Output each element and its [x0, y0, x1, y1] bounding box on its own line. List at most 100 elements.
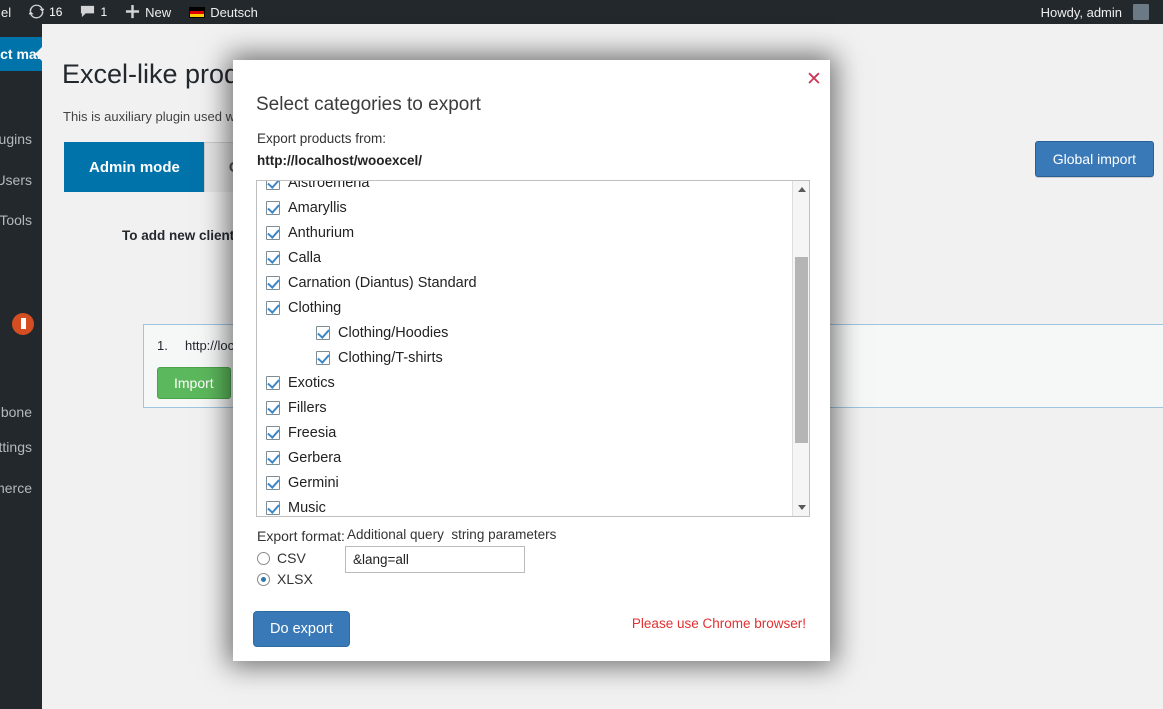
- admin-bar-language[interactable]: Deutsch: [180, 0, 267, 24]
- format-option-label: CSV: [277, 550, 306, 566]
- sidebar-item-label: Settings: [0, 439, 32, 455]
- category-label: Calla: [288, 250, 321, 266]
- category-label: Freesia: [288, 425, 336, 441]
- category-row[interactable]: Music: [257, 495, 791, 517]
- dialog-title: Select categories to export: [256, 94, 481, 116]
- updates-icon: [29, 4, 44, 21]
- category-checkbox-icon[interactable]: [266, 426, 280, 440]
- howdy-label: Howdy, admin: [1041, 5, 1122, 20]
- category-label: Anthurium: [288, 225, 354, 241]
- admin-bar-new-content[interactable]: New: [116, 0, 180, 24]
- export-categories-dialog: ✕ Select categories to export Export pro…: [233, 60, 830, 661]
- admin-bar-right-group: Howdy, admin: [1032, 0, 1163, 24]
- category-row[interactable]: Clothing/Hoodies: [257, 320, 791, 345]
- category-row[interactable]: Carnation (Diantus) Standard: [257, 270, 791, 295]
- scrollbar-thumb[interactable]: [795, 257, 808, 443]
- category-row[interactable]: Anthurium: [257, 220, 791, 245]
- category-row[interactable]: Fillers: [257, 395, 791, 420]
- tab-admin-mode[interactable]: Admin mode: [64, 142, 205, 192]
- category-checkbox-icon[interactable]: [266, 401, 280, 415]
- category-row[interactable]: Exotics: [257, 370, 791, 395]
- sidebar-item-label: WooCommerce: [0, 480, 32, 496]
- category-checkbox-icon[interactable]: [266, 201, 280, 215]
- category-list[interactable]: Alstroemeria Amaryllis Anthurium Calla Carna…: [256, 180, 810, 517]
- sidebar-item-settings[interactable]: Settings: [0, 431, 42, 463]
- admin-bar-comments[interactable]: 1: [71, 0, 116, 24]
- category-row[interactable]: Clothing: [257, 295, 791, 320]
- category-checkbox-icon[interactable]: [266, 180, 280, 190]
- category-row[interactable]: Gerbera: [257, 445, 791, 470]
- admin-sidebar: Excel-like product manager multi-import …: [0, 24, 42, 709]
- category-checkbox-icon[interactable]: [266, 476, 280, 490]
- avatar: [1133, 4, 1149, 20]
- sidebar-update-badge: [12, 313, 34, 335]
- category-checkbox-icon[interactable]: [266, 276, 280, 290]
- category-label: Clothing: [288, 300, 341, 316]
- category-checkbox-icon[interactable]: [266, 251, 280, 265]
- updates-count: 16: [49, 5, 62, 19]
- category-list-scrollbar[interactable]: [792, 181, 809, 516]
- do-export-button[interactable]: Do export: [253, 611, 350, 647]
- new-content-label: New: [145, 5, 171, 20]
- sidebar-item-label: Dashbone: [0, 404, 32, 420]
- sidebar-item-plugins[interactable]: Plugins: [0, 123, 42, 155]
- close-icon[interactable]: ✕: [801, 68, 827, 94]
- comments-count: 1: [100, 5, 107, 19]
- category-row[interactable]: Alstroemeria: [257, 180, 791, 195]
- category-checkbox-icon[interactable]: [266, 501, 280, 515]
- category-label: Clothing/T-shirts: [338, 350, 443, 366]
- export-source-label: Export products from:: [257, 131, 386, 146]
- category-label: Gerbera: [288, 450, 341, 466]
- category-checkbox-icon[interactable]: [266, 226, 280, 240]
- category-checkbox-icon[interactable]: [266, 301, 280, 315]
- language-label: Deutsch: [210, 5, 258, 20]
- import-button[interactable]: Import: [157, 367, 231, 399]
- category-label: Alstroemeria: [288, 180, 369, 191]
- plus-icon: [125, 4, 140, 21]
- export-source-url: http://localhost/wooexcel/: [257, 153, 422, 168]
- query-string-input[interactable]: [345, 546, 525, 573]
- client-row-number: 1.: [157, 338, 168, 353]
- category-row[interactable]: Freesia: [257, 420, 791, 445]
- format-option-csv[interactable]: CSV: [257, 550, 306, 566]
- category-label: Germini: [288, 475, 339, 491]
- admin-bar: el 16 1 New Deutsch Howdy, admin: [0, 0, 1163, 24]
- dialog-body: ✕ Select categories to export Export pro…: [233, 60, 830, 661]
- sidebar-item-users[interactable]: Users: [0, 164, 42, 196]
- category-label: Carnation (Diantus) Standard: [288, 275, 477, 291]
- export-format-label: Export format:: [257, 528, 345, 544]
- scroll-down-arrow-icon[interactable]: [793, 499, 810, 516]
- category-row[interactable]: Germini: [257, 470, 791, 495]
- comment-bubble-icon: [80, 4, 95, 21]
- german-flag-icon: [189, 7, 205, 18]
- format-option-xlsx[interactable]: XLSX: [257, 571, 313, 587]
- radio-xlsx-icon: [257, 573, 270, 586]
- category-label: Amaryllis: [288, 200, 347, 216]
- scroll-up-arrow-icon[interactable]: [793, 181, 810, 198]
- sidebar-item-label: Plugins: [0, 131, 32, 147]
- sidebar-item-tools[interactable]: Tools: [0, 204, 42, 236]
- admin-bar-updates[interactable]: 16: [20, 0, 71, 24]
- admin-bar-site-name[interactable]: el: [0, 0, 20, 24]
- category-label: Fillers: [288, 400, 327, 416]
- sidebar-item-dashbone[interactable]: Dashbone: [0, 396, 42, 428]
- admin-bar-left-group: el 16 1 New Deutsch: [0, 0, 267, 24]
- category-checkbox-icon[interactable]: [266, 376, 280, 390]
- query-string-label: Additional query string parameters: [347, 527, 556, 542]
- category-row[interactable]: Calla: [257, 245, 791, 270]
- category-checkbox-icon[interactable]: [316, 326, 330, 340]
- sidebar-item-woocommerce[interactable]: WooCommerce: [0, 472, 42, 504]
- category-label: Clothing/Hoodies: [338, 325, 448, 341]
- sidebar-current-arrow-icon: [35, 46, 42, 62]
- global-import-button[interactable]: Global import: [1035, 141, 1154, 177]
- category-checkbox-icon[interactable]: [316, 351, 330, 365]
- category-row[interactable]: Amaryllis: [257, 195, 791, 220]
- format-option-label: XLSX: [277, 571, 313, 587]
- category-checkbox-icon[interactable]: [266, 451, 280, 465]
- category-row[interactable]: Clothing/T-shirts: [257, 345, 791, 370]
- site-name-label: el: [1, 5, 11, 20]
- sidebar-item-label: Tools: [0, 212, 32, 228]
- admin-bar-my-account[interactable]: Howdy, admin: [1032, 0, 1163, 24]
- sidebar-item-excel-product-manager[interactable]: Excel-like product manager multi-import: [0, 37, 42, 71]
- category-list-inner: Alstroemeria Amaryllis Anthurium Calla Carna…: [257, 180, 791, 517]
